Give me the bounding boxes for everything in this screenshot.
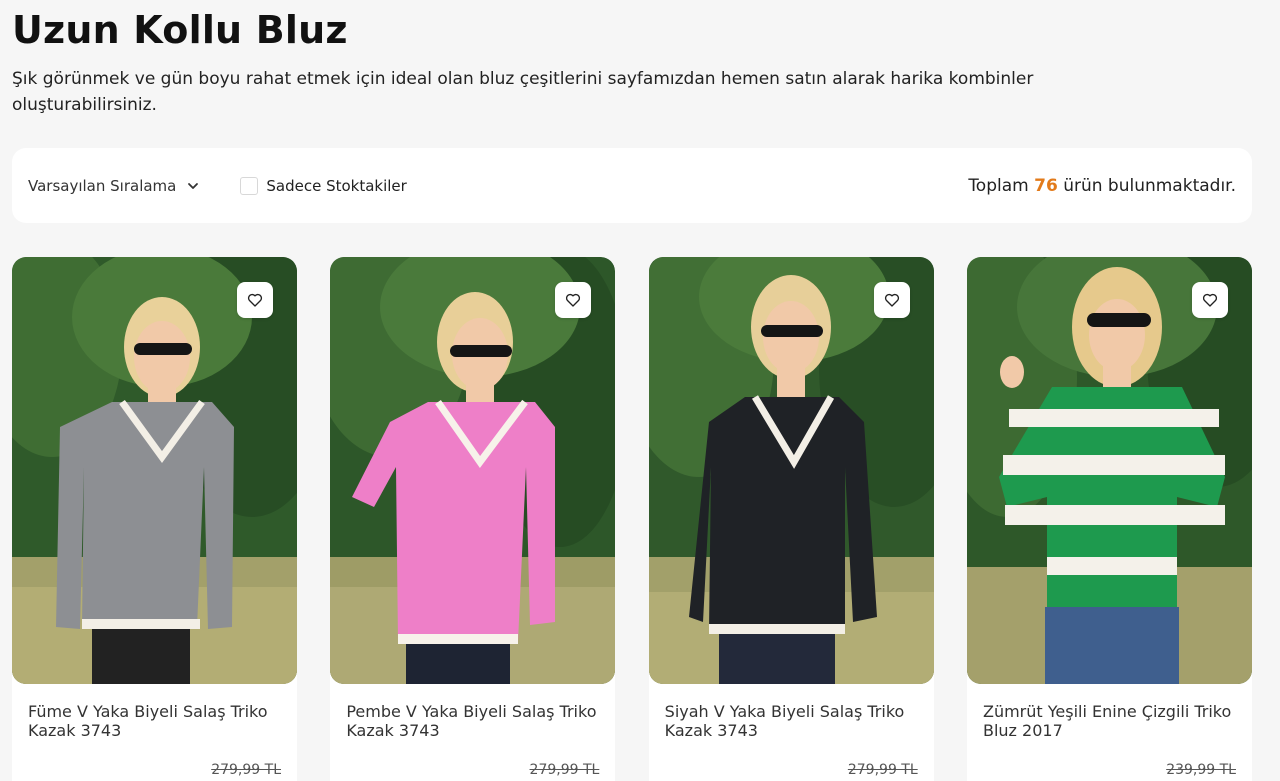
heart-icon	[564, 291, 582, 309]
product-image[interactable]	[330, 257, 616, 684]
old-price: 279,99 TL	[847, 762, 918, 778]
product-name[interactable]: Zümrüt Yeşili Enine Çizgili Triko Bluz 2…	[983, 702, 1236, 742]
total-count: 76	[1034, 175, 1058, 196]
product-photo-illustration	[966, 257, 1252, 684]
heart-icon	[1201, 291, 1219, 309]
heart-icon	[883, 291, 901, 309]
product-card[interactable]: Pembe V Yaka Biyeli Salaş Triko Kazak 37…	[330, 257, 616, 781]
product-name[interactable]: Pembe V Yaka Biyeli Salaş Triko Kazak 37…	[346, 702, 599, 742]
old-price: 239,99 TL	[1166, 762, 1236, 778]
sort-dropdown[interactable]: Varsayılan Sıralama	[28, 177, 200, 195]
product-card[interactable]: Zümrüt Yeşili Enine Çizgili Triko Bluz 2…	[966, 257, 1252, 781]
heart-icon	[246, 291, 264, 309]
in-stock-label: Sadece Stoktakiler	[266, 176, 407, 195]
favorite-button[interactable]	[555, 282, 592, 318]
product-card[interactable]: Füme V Yaka Biyeli Salaş Triko Kazak 374…	[12, 257, 297, 781]
in-stock-filter[interactable]: Sadece Stoktakiler	[240, 176, 407, 195]
favorite-button[interactable]	[1191, 282, 1228, 318]
product-image[interactable]	[12, 257, 297, 684]
favorite-button[interactable]	[873, 282, 910, 318]
product-card[interactable]: Siyah V Yaka Biyeli Salaş Triko Kazak 37…	[648, 257, 934, 781]
product-grid: Füme V Yaka Biyeli Salaş Triko Kazak 374…	[12, 257, 1252, 781]
product-photo-illustration	[330, 257, 616, 684]
product-name[interactable]: Siyah V Yaka Biyeli Salaş Triko Kazak 37…	[665, 702, 918, 742]
product-image[interactable]	[966, 257, 1252, 684]
product-name[interactable]: Füme V Yaka Biyeli Salaş Triko Kazak 374…	[28, 702, 281, 742]
favorite-button[interactable]	[237, 282, 273, 318]
total-prefix: Toplam	[968, 175, 1029, 196]
product-photo-illustration	[12, 257, 297, 684]
filter-toolbar: Varsayılan Sıralama Sadece Stoktakiler T…	[12, 148, 1252, 223]
old-price: 279,99 TL	[529, 762, 600, 778]
chevron-down-icon	[186, 179, 200, 193]
total-suffix: ürün bulunmaktadır.	[1063, 175, 1236, 196]
page-title: Uzun Kollu Bluz	[12, 8, 348, 52]
sort-label: Varsayılan Sıralama	[28, 176, 177, 195]
product-count: Toplam 76 ürün bulunmaktadır.	[968, 176, 1236, 196]
product-photo-illustration	[648, 257, 934, 684]
product-image[interactable]	[648, 257, 934, 684]
page-description: Şık görünmek ve gün boyu rahat etmek içi…	[12, 69, 1034, 115]
in-stock-checkbox[interactable]	[240, 176, 259, 195]
old-price: 279,99 TL	[211, 762, 281, 778]
